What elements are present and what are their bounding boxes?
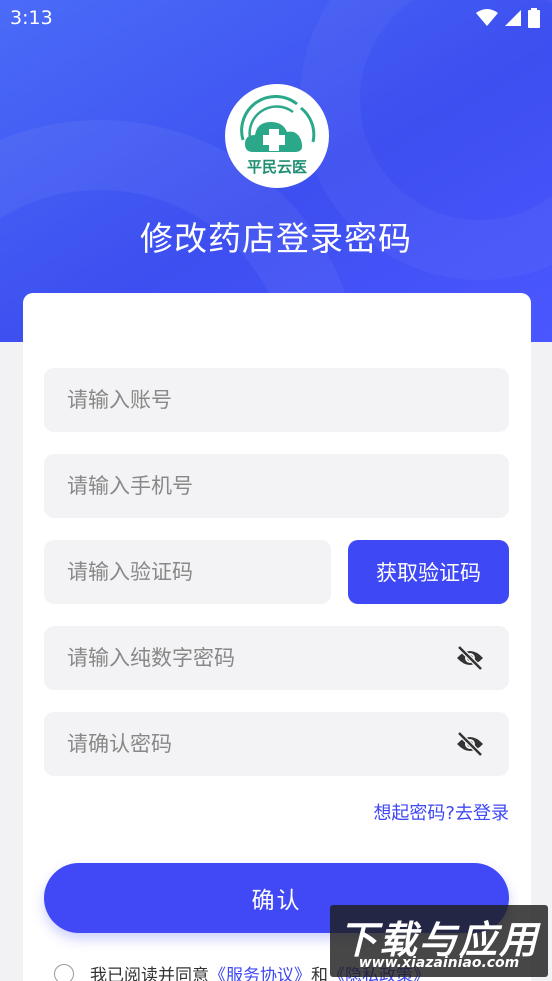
service-agreement-link[interactable]: 《服务协议》 [209,961,311,981]
app-logo: 平民云医 [225,84,329,188]
account-input[interactable] [67,388,509,412]
status-time: 3:13 [10,7,53,29]
signal-icon [505,10,521,26]
phone-input[interactable] [67,474,509,498]
agree-checkbox[interactable] [54,963,74,981]
eye-off-icon[interactable] [455,730,485,758]
wifi-icon [476,9,498,26]
go-login-link[interactable]: 想起密码?去登录 [373,799,509,825]
battery-icon [528,8,540,28]
agreement-and: 和 [311,966,328,981]
logo-text: 平民云医 [246,158,307,176]
code-field[interactable] [44,540,331,604]
site-watermark: 下载与应用 www.xiazainiao.com [330,905,548,977]
page-title: 修改药店登录密码 [140,219,412,258]
confirm-password-input[interactable] [67,732,509,756]
status-bar: 3:13 [0,0,552,38]
confirm-password-field[interactable] [44,712,509,776]
phone-field[interactable] [44,454,509,518]
get-code-button[interactable]: 获取验证码 [348,540,509,604]
password-field[interactable] [44,626,509,690]
password-input[interactable] [67,646,509,670]
code-input[interactable] [67,560,331,584]
watermark-url: www.xiazainiao.com [358,955,520,971]
agreement-prefix: 我已阅读并同意 [90,966,209,981]
account-field[interactable] [44,368,509,432]
eye-off-icon[interactable] [455,644,485,672]
status-icons [476,8,540,28]
